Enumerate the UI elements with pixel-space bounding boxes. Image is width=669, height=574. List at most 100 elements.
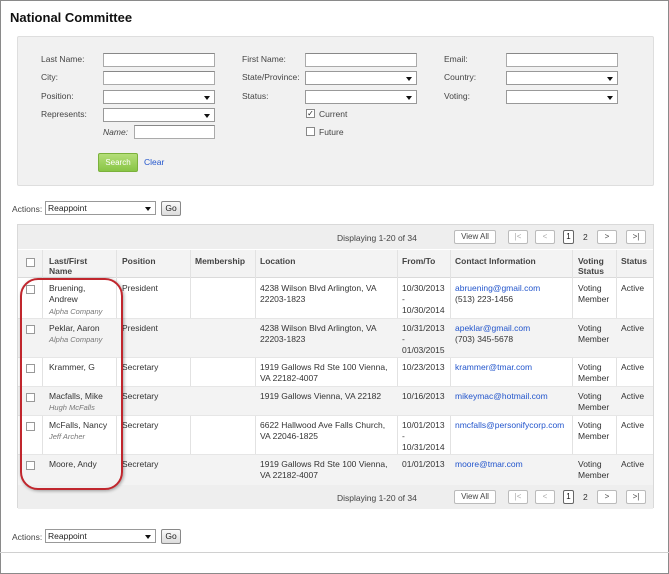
pager-top: Displaying 1-20 of 34 View All |< < 1 2 … <box>18 225 653 249</box>
last-name-input[interactable] <box>103 53 215 67</box>
table-header: Last/First Name Position Membership Loca… <box>18 250 653 278</box>
email-link[interactable]: apeklar@gmail.com <box>455 323 530 333</box>
member-position: President <box>122 323 158 333</box>
col-membership[interactable]: Membership <box>195 256 245 266</box>
member-location: 1919 Gallows Rd Ste 100 Vienna, VA 22182-… <box>260 362 388 383</box>
email-link[interactable]: moore@tmar.com <box>455 459 523 470</box>
view-all-button[interactable]: View All <box>454 490 496 504</box>
last-page-button[interactable]: >| <box>626 230 646 244</box>
col-voting-status[interactable]: Voting Status <box>578 256 618 276</box>
member-location: 1919 Gallows Rd Ste 100 Vienna, VA 22182-… <box>260 459 388 480</box>
city-input[interactable] <box>103 71 215 85</box>
member-contact: abruening@gmail.com (513) 223-1456 <box>455 283 541 304</box>
voting-label: Voting: <box>444 91 470 101</box>
prev-page-button[interactable]: < <box>535 490 555 504</box>
go-button[interactable]: Go <box>161 529 181 544</box>
col-contact[interactable]: Contact Information <box>455 256 536 266</box>
first-page-button[interactable]: |< <box>508 490 528 504</box>
email-label: Email: <box>444 54 468 64</box>
col-status[interactable]: Status <box>621 256 647 266</box>
email-link[interactable]: nmcfalls@personifycorp.com <box>455 420 564 431</box>
col-from-to[interactable]: From/To <box>402 256 435 266</box>
page-title: National Committee <box>10 10 133 25</box>
email-link[interactable]: abruening@gmail.com <box>455 283 540 293</box>
clear-link[interactable]: Clear <box>144 157 164 167</box>
status-select[interactable] <box>305 90 417 104</box>
member-voting-status: Voting Member <box>578 459 610 480</box>
member-from-to: 01/01/2013 <box>402 459 445 469</box>
name-label: Name: <box>103 127 129 137</box>
page-1-button[interactable]: 1 <box>563 490 574 504</box>
col-position[interactable]: Position <box>122 256 156 266</box>
member-status: Active <box>621 323 645 333</box>
search-button[interactable]: Search <box>98 153 138 172</box>
member-position: Secretary <box>122 420 159 430</box>
country-select[interactable] <box>506 71 618 85</box>
actions-select[interactable]: Reappoint <box>45 201 156 215</box>
page-2-link[interactable]: 2 <box>583 492 588 502</box>
search-panel: Last Name: First Name: Email: City: Stat… <box>17 36 654 186</box>
page-2-link[interactable]: 2 <box>583 232 588 242</box>
go-button[interactable]: Go <box>161 201 181 216</box>
member-from-to: 10/16/2013 <box>402 391 445 401</box>
member-position: Secretary <box>122 391 159 401</box>
divider <box>0 552 669 553</box>
col-name[interactable]: Last/First Name <box>49 256 109 276</box>
member-status: Active <box>621 391 645 401</box>
current-checkbox[interactable]: ✓ <box>306 109 315 118</box>
member-status: Active <box>621 420 645 430</box>
actions-label: Actions: <box>12 532 43 542</box>
state-select[interactable] <box>305 71 417 85</box>
last-page-button[interactable]: >| <box>626 490 646 504</box>
member-status: Active <box>621 283 645 293</box>
member-voting-status: Voting Member <box>578 362 610 383</box>
chevron-down-icon <box>204 114 210 118</box>
view-all-button[interactable]: View All <box>454 230 496 244</box>
member-status: Active <box>621 459 645 469</box>
first-page-button[interactable]: |< <box>508 230 528 244</box>
actions-selected: Reappoint <box>48 531 87 541</box>
email-input[interactable] <box>506 53 618 67</box>
chevron-down-icon <box>145 535 151 539</box>
member-from-to: 10/01/2013-10/31/2014 <box>402 420 445 452</box>
prev-page-button[interactable]: < <box>535 230 555 244</box>
member-location: 6622 Hallwood Ave Falls Church, VA 22046-… <box>260 420 386 441</box>
represents-name-input[interactable] <box>134 125 215 139</box>
actions-label: Actions: <box>12 204 43 214</box>
future-label: Future <box>319 127 344 137</box>
member-from-to: 10/23/2013 <box>402 362 445 372</box>
col-location[interactable]: Location <box>260 256 295 266</box>
future-checkbox[interactable] <box>306 127 315 136</box>
voting-select[interactable] <box>506 90 618 104</box>
member-contact: apeklar@gmail.com (703) 345-5678 <box>455 323 531 344</box>
email-link[interactable]: mikeymac@hotmail.com <box>455 391 548 402</box>
next-page-button[interactable]: > <box>597 490 617 504</box>
member-from-to: 10/30/2013-10/30/2014 <box>402 283 445 315</box>
member-status: Active <box>621 362 645 372</box>
represents-select[interactable] <box>103 108 215 122</box>
member-voting-status: Voting Member <box>578 283 610 304</box>
pager-displaying: Displaying 1-20 of 34 <box>337 493 417 503</box>
first-name-input[interactable] <box>305 53 417 67</box>
chevron-down-icon <box>204 96 210 100</box>
chevron-down-icon <box>406 96 412 100</box>
city-label: City: <box>41 72 58 82</box>
chevron-down-icon <box>607 77 613 81</box>
state-label: State/Province: <box>242 72 300 82</box>
actions-selected: Reappoint <box>48 203 87 213</box>
chevron-down-icon <box>406 77 412 81</box>
select-all-checkbox[interactable] <box>26 258 35 267</box>
last-name-label: Last Name: <box>41 54 85 64</box>
actions-select[interactable]: Reappoint <box>45 529 156 543</box>
member-position: Secretary <box>122 459 159 469</box>
next-page-button[interactable]: > <box>597 230 617 244</box>
member-location: 4238 Wilson Blvd Arlington, VA 22203-1823 <box>260 283 377 304</box>
country-label: Country: <box>444 72 477 82</box>
position-select[interactable] <box>103 90 215 104</box>
pager-displaying: Displaying 1-20 of 34 <box>337 233 417 243</box>
represents-label: Represents: <box>41 109 87 119</box>
member-position: Secretary <box>122 362 159 372</box>
member-position: President <box>122 283 158 293</box>
email-link[interactable]: krammer@tmar.com <box>455 362 532 373</box>
page-1-button[interactable]: 1 <box>563 230 574 244</box>
